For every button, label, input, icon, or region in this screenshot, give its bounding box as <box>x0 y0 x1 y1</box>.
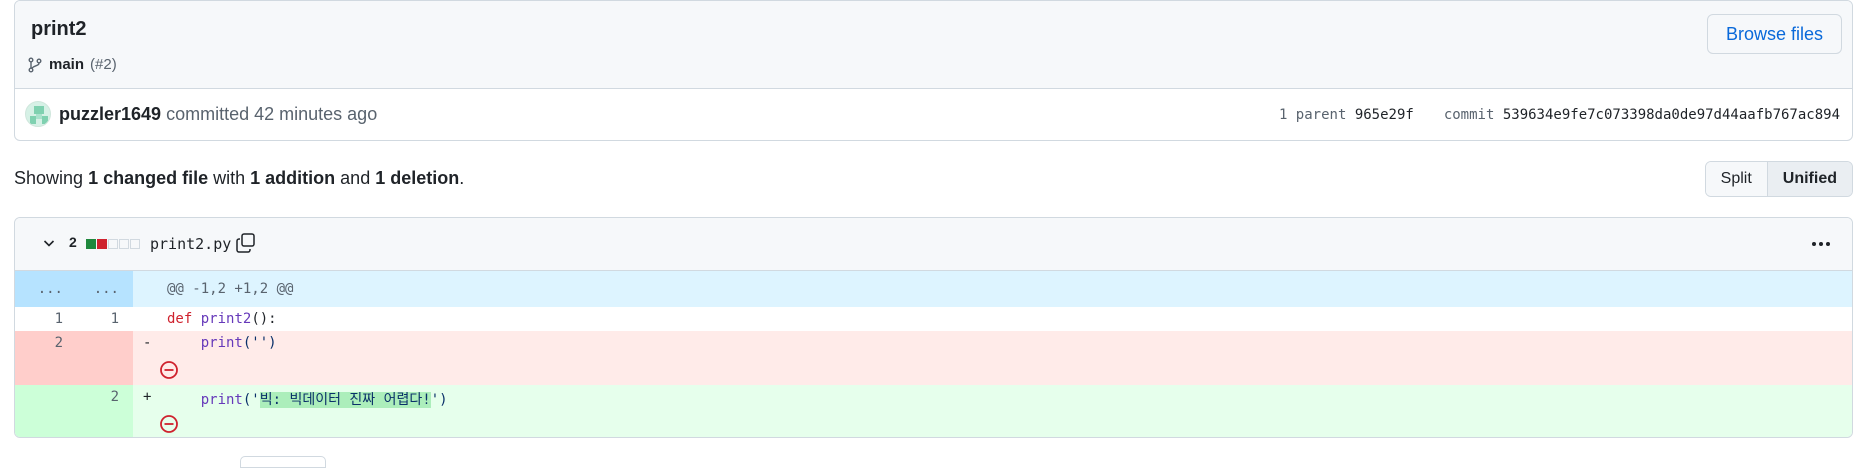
diffstat-deletion-block <box>97 239 107 249</box>
old-line-number[interactable] <box>15 385 79 437</box>
diffstat-addition-block <box>86 239 96 249</box>
summary-prefix: Showing <box>14 168 84 188</box>
new-line-number[interactable]: 2 <box>79 385 133 437</box>
commit-author-line: puzzler1649 committed 42 minutes ago <box>59 104 377 125</box>
commit-meta: puzzler1649 committed 42 minutes ago 1 p… <box>15 89 1852 140</box>
diff-line-deletion: 2 - print('') <box>15 331 1852 385</box>
git-branch-icon <box>28 57 42 72</box>
code-keyword: def <box>167 311 193 327</box>
code-rest: ('') <box>242 335 277 351</box>
addition-marker: + <box>143 389 152 405</box>
code-line: def print2 (): <box>133 307 1852 331</box>
code-rest: (): <box>251 311 277 327</box>
commit-title: print2 <box>31 18 87 40</box>
change-count: 2 <box>69 234 77 250</box>
code-function: print <box>200 335 243 351</box>
commit-time: 42 minutes ago <box>254 104 378 124</box>
browse-files-button[interactable]: Browse files <box>1706 14 1842 54</box>
new-line-number[interactable]: 1 <box>79 307 133 331</box>
identicon-icon <box>30 106 48 124</box>
branch-info[interactable]: main (#2) <box>27 56 117 73</box>
file-diff: 2 print2.py ... ... @@ -1,2 +1,2 @@ 1 1 … <box>14 217 1853 438</box>
code-function: print2 <box>200 311 252 327</box>
diff-summary: Showing 1 changed file with 1 addition a… <box>14 168 464 189</box>
sha-block: 1 parent 965e29f commit 539634e9fe7c0733… <box>1279 107 1840 123</box>
code-open: (' <box>242 392 260 408</box>
new-line-number[interactable] <box>79 331 133 385</box>
commit-header: print2 main (#2) Browse files puzzler164… <box>14 0 1853 141</box>
code-line: + print('빅: 빅데이터 진짜 어렵다!') <box>133 385 1852 437</box>
split-view-button[interactable]: Split <box>1705 162 1768 196</box>
diff-view-toggle: Split Unified <box>1704 161 1853 197</box>
diffstat-neutral-block <box>108 239 118 249</box>
unified-view-button[interactable]: Unified <box>1767 162 1852 196</box>
file-header: 2 print2.py <box>15 218 1852 271</box>
no-newline-icon <box>160 361 178 379</box>
diffstat <box>86 239 140 249</box>
deletion-marker: - <box>143 335 152 351</box>
no-newline-icon <box>160 415 178 433</box>
diffstat-neutral-block <box>130 239 140 249</box>
commit-action: committed <box>166 104 250 124</box>
diff-line-addition: 2 + print('빅: 빅데이터 진짜 어렵다!') <box>15 385 1852 437</box>
summary-deletions: 1 deletion <box>375 168 460 188</box>
code-line: - print('') <box>133 331 1852 385</box>
code-text: print('빅: 빅데이터 진짜 어렵다!') <box>167 389 448 409</box>
parent-label: 1 parent <box>1278 107 1347 123</box>
diff-line-context: 1 1 def print2 (): <box>15 307 1852 331</box>
copy-icon[interactable] <box>235 232 257 254</box>
summary-with: with <box>213 168 246 188</box>
file-name[interactable]: print2.py <box>150 235 231 253</box>
commit-title-bar: print2 main (#2) Browse files <box>15 1 1852 89</box>
comment-section-fragment <box>240 456 326 468</box>
code-close: ') <box>430 392 448 408</box>
commit-sha[interactable]: 539634e9fe7c073398da0de97d44aafb767ac894 <box>1503 107 1840 123</box>
diff-table: ... ... @@ -1,2 +1,2 @@ 1 1 def print2()… <box>15 271 1852 437</box>
diffstat-neutral-block <box>119 239 129 249</box>
avatar[interactable] <box>25 101 51 127</box>
kebab-menu-icon[interactable] <box>1810 234 1832 254</box>
hunk-expand-right[interactable]: ... <box>79 271 133 307</box>
summary-additions: 1 addition <box>250 168 336 188</box>
hunk-header-row: ... ... @@ -1,2 +1,2 @@ <box>15 271 1852 307</box>
old-line-number[interactable]: 1 <box>15 307 79 331</box>
code-added-highlight: 빅: 빅데이터 진짜 어렵다! <box>259 392 431 408</box>
summary-suffix: . <box>459 168 465 188</box>
code-text: print('') <box>167 335 277 351</box>
hunk-header: @@ -1,2 +1,2 @@ <box>167 281 294 297</box>
summary-changed-files: 1 changed file <box>88 168 209 188</box>
summary-and: and <box>340 168 371 188</box>
hunk-expand-left[interactable]: ... <box>15 271 79 307</box>
chevron-down-icon[interactable] <box>41 235 57 251</box>
code-function: print <box>200 392 243 408</box>
branch-name[interactable]: main <box>49 56 84 73</box>
commit-label: commit <box>1443 107 1495 123</box>
pr-reference[interactable]: (#2) <box>90 56 117 73</box>
author-name[interactable]: puzzler1649 <box>59 104 161 124</box>
parent-sha-link[interactable]: 965e29f <box>1355 107 1414 123</box>
old-line-number[interactable]: 2 <box>15 331 79 385</box>
